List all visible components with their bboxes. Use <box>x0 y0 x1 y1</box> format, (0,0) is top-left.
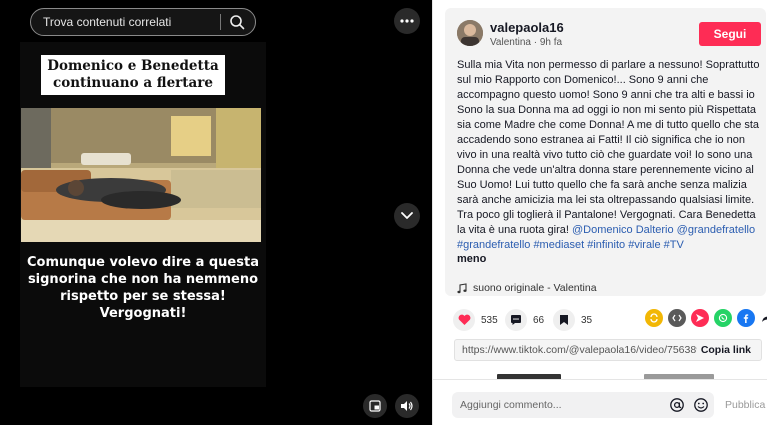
search-input[interactable]: Trova contenuti correlati <box>43 15 220 29</box>
description-text: Sulla mia Vita non permesso di parlare a… <box>457 59 760 236</box>
comment-action[interactable]: 66 <box>505 309 544 331</box>
info-pane: valepaola16 Valentina · 9h fa Segui Sull… <box>432 0 767 425</box>
emoji-icon[interactable] <box>693 397 709 413</box>
more-dots-icon <box>400 19 414 23</box>
action-bar: 535 66 35 <box>445 307 767 331</box>
next-video-button[interactable] <box>394 203 420 229</box>
music-note-icon <box>457 282 467 293</box>
picture-in-picture-button[interactable] <box>363 394 387 418</box>
share-facebook-button[interactable] <box>737 309 755 327</box>
video-url[interactable]: https://www.tiktok.com/@valepaola16/vide… <box>462 344 697 356</box>
send-icon <box>696 314 704 322</box>
search-icon[interactable] <box>229 14 245 30</box>
author-name: Valentina <box>490 37 531 48</box>
video-link-row: https://www.tiktok.com/@valepaola16/vide… <box>454 339 762 361</box>
comment-button[interactable] <box>505 309 527 331</box>
search-divider <box>220 14 221 30</box>
avatar-image <box>457 20 483 46</box>
comment-input[interactable]: Aggiungi commento... <box>452 392 714 418</box>
hashtags[interactable]: #grandefratello #mediaset #infinito #vir… <box>457 239 684 251</box>
code-icon <box>672 314 682 322</box>
scene-illustration <box>21 108 261 242</box>
volume-icon <box>401 401 413 411</box>
save-count: 35 <box>581 314 593 326</box>
bookmark-icon <box>560 315 568 325</box>
facebook-icon <box>743 314 749 323</box>
save-button[interactable] <box>553 309 575 331</box>
tab-creator-videos[interactable] <box>644 374 714 379</box>
volume-button[interactable] <box>395 394 419 418</box>
like-count: 535 <box>481 314 498 326</box>
mention-icon[interactable] <box>669 397 685 413</box>
video-caption-bottom: Comunque volevo dire a questa signorina … <box>27 255 259 321</box>
post-card: valepaola16 Valentina · 9h fa Segui Sull… <box>445 8 766 296</box>
pip-icon <box>369 400 381 412</box>
like-action[interactable]: 535 <box>453 309 498 331</box>
mentions[interactable]: @Domenico Dalterio @grandefratello <box>572 224 755 236</box>
comment-count: 66 <box>533 314 545 326</box>
username[interactable]: valepaola16 <box>490 20 564 35</box>
post-description: Sulla mia Vita non permesso di parlare a… <box>457 58 761 253</box>
more-options-button[interactable] <box>394 8 420 34</box>
heart-icon <box>458 314 470 325</box>
more-share-button[interactable] <box>758 309 767 327</box>
search-bar[interactable]: Trova contenuti correlati <box>30 8 256 36</box>
comment-tabs <box>432 372 767 380</box>
copy-link-button[interactable]: Copia link <box>701 344 751 356</box>
share-whatsapp-button[interactable] <box>714 309 732 327</box>
save-action[interactable]: 35 <box>553 309 592 331</box>
repost-icon <box>650 313 658 323</box>
share-repost-button[interactable] <box>645 309 663 327</box>
share-arrow-icon <box>762 316 767 322</box>
publish-button[interactable]: Pubblica <box>725 399 765 411</box>
video-scene-image <box>21 108 261 242</box>
video-pane: Trova contenuti correlati Domenico e Ben… <box>0 0 432 425</box>
post-time: 9h fa <box>539 37 563 48</box>
video-caption-top: Domenico e Benedetta continuano a flerta… <box>41 55 225 95</box>
comment-bubble-icon <box>511 315 521 325</box>
sound-name: suono originale - Valentina <box>473 282 597 294</box>
send-to-friends-button[interactable] <box>691 309 709 327</box>
chevron-down-icon <box>401 212 413 219</box>
like-button[interactable] <box>453 309 475 331</box>
avatar[interactable] <box>457 20 483 46</box>
whatsapp-icon <box>718 313 728 323</box>
embed-button[interactable] <box>668 309 686 327</box>
show-less-button[interactable]: meno <box>457 253 486 265</box>
author-meta: Valentina · 9h fa <box>490 37 562 48</box>
follow-button[interactable]: Segui <box>699 22 761 46</box>
sound-link[interactable]: suono originale - Valentina <box>457 282 597 294</box>
tab-comments[interactable] <box>497 374 561 379</box>
comment-placeholder: Aggiungi commento... <box>460 399 562 411</box>
tiktok-video-page: Trova contenuti correlati Domenico e Ben… <box>0 0 767 425</box>
